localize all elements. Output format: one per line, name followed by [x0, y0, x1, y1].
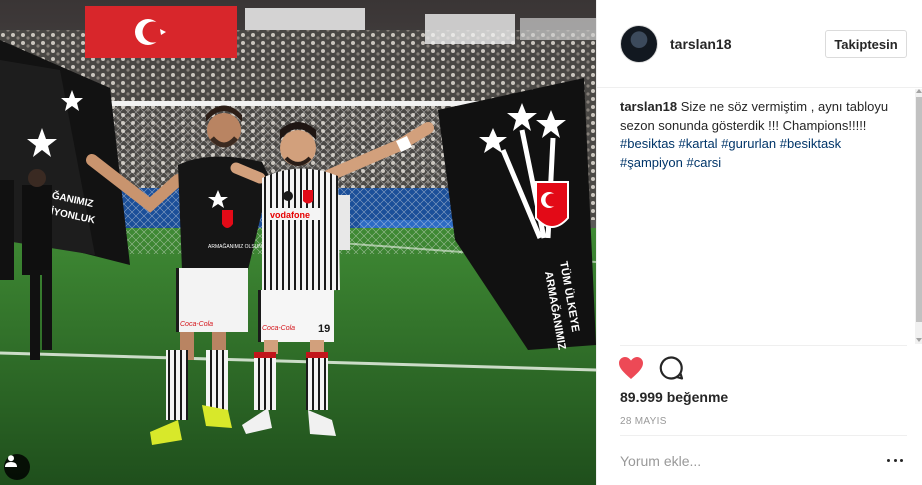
scroll-up-arrow-icon[interactable]	[916, 89, 922, 93]
svg-text:ARMAĞANIMIZ OLSUN: ARMAĞANIMIZ OLSUN	[208, 243, 262, 250]
comment-form	[620, 435, 907, 485]
post-details-panel: tarslan18 Takiptesin tarslan18 Size ne s…	[596, 0, 922, 485]
username-link[interactable]: tarslan18	[670, 36, 731, 52]
scroll-down-arrow-icon[interactable]	[916, 338, 922, 342]
scrollbar-thumb[interactable]	[916, 97, 922, 322]
like-button[interactable]	[617, 355, 645, 381]
user-tag-button[interactable]	[4, 454, 30, 480]
comment-input[interactable]	[620, 446, 860, 476]
post-photo[interactable]: ARMAĞANIMIZ ŞAMPİYONLUK ARMAĞANIMIZ TÜM …	[0, 0, 596, 485]
heart-icon	[619, 357, 643, 379]
post-actions: 89.999 beğenme 28 MAYIS	[617, 345, 907, 435]
hashtag-link[interactable]: #şampiyon	[620, 155, 683, 170]
more-options-button[interactable]	[887, 453, 903, 467]
comments-area[interactable]: tarslan18 Size ne söz vermiştim , aynı t…	[597, 89, 922, 344]
user-tag-icon	[5, 455, 17, 467]
more-options-icon	[893, 458, 897, 462]
jersey-sponsor: vodafone	[270, 210, 310, 220]
hashtag-link[interactable]: #besiktask	[780, 136, 841, 151]
hashtag-link[interactable]: #besiktas	[620, 136, 675, 151]
post-caption: tarslan18 Size ne söz vermiştim , aynı t…	[620, 98, 898, 172]
shorts-sponsor: Coca-Cola	[180, 321, 213, 328]
comments-scrollbar[interactable]	[915, 89, 922, 344]
following-button[interactable]: Takiptesin	[825, 30, 907, 58]
caption-username[interactable]: tarslan18	[620, 99, 677, 114]
more-options-icon	[887, 458, 890, 462]
like-count[interactable]: 89.999 beğenme	[620, 389, 728, 405]
more-options-icon	[900, 458, 903, 462]
avatar[interactable]	[620, 25, 658, 63]
celebration-photo: ARMAĞANIMIZ ŞAMPİYONLUK ARMAĞANIMIZ TÜM …	[0, 0, 596, 485]
svg-text:Coca-Cola: Coca-Cola	[262, 325, 295, 332]
hashtag-link[interactable]: #gururlan	[721, 136, 776, 151]
post-date[interactable]: 28 MAYIS	[620, 416, 667, 427]
post-header: tarslan18 Takiptesin	[597, 0, 922, 88]
player-number: 19	[318, 323, 330, 335]
hashtag-link[interactable]: #kartal	[679, 136, 718, 151]
comment-icon	[659, 356, 684, 380]
hashtag-link[interactable]: #carsi	[687, 155, 722, 170]
comment-button[interactable]	[658, 355, 684, 381]
